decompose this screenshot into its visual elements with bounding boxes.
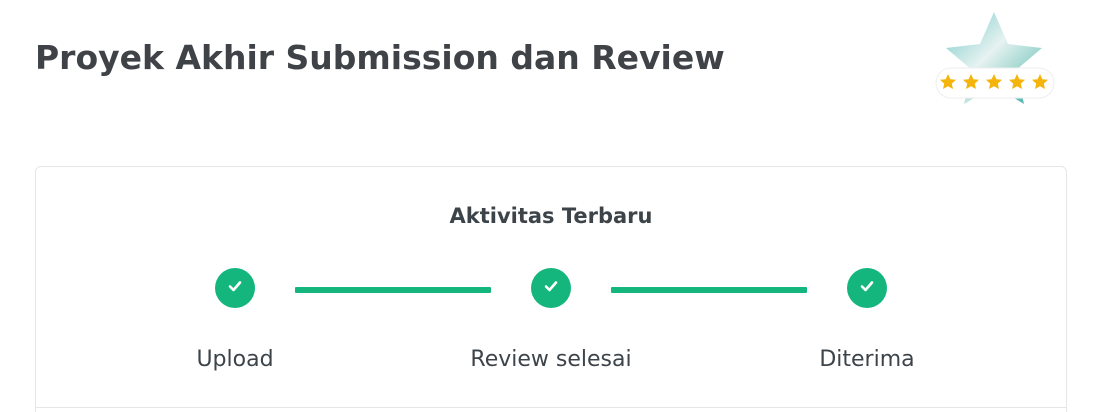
step-review-status	[531, 268, 571, 308]
activity-title: Aktivitas Terbaru	[449, 204, 653, 228]
step-label-review: Review selesai	[470, 347, 632, 372]
step-label-accepted: Diterima	[819, 347, 915, 372]
check-icon	[227, 278, 243, 298]
activity-card: Aktivitas Terbaru Upload Review selesai …	[35, 166, 1067, 412]
progress-connector	[611, 287, 807, 293]
page-title: Proyek Akhir Submission dan Review	[35, 38, 725, 77]
step-upload-status	[215, 268, 255, 308]
check-icon	[859, 278, 875, 298]
progress-connector	[295, 287, 491, 293]
step-label-upload: Upload	[196, 347, 274, 372]
page: Proyek Akhir Submission dan Review Aktiv…	[0, 0, 1093, 412]
star-rating-badge-icon	[928, 8, 1060, 116]
step-accepted-status	[847, 268, 887, 308]
check-icon	[543, 278, 559, 298]
card-divider	[36, 407, 1066, 408]
